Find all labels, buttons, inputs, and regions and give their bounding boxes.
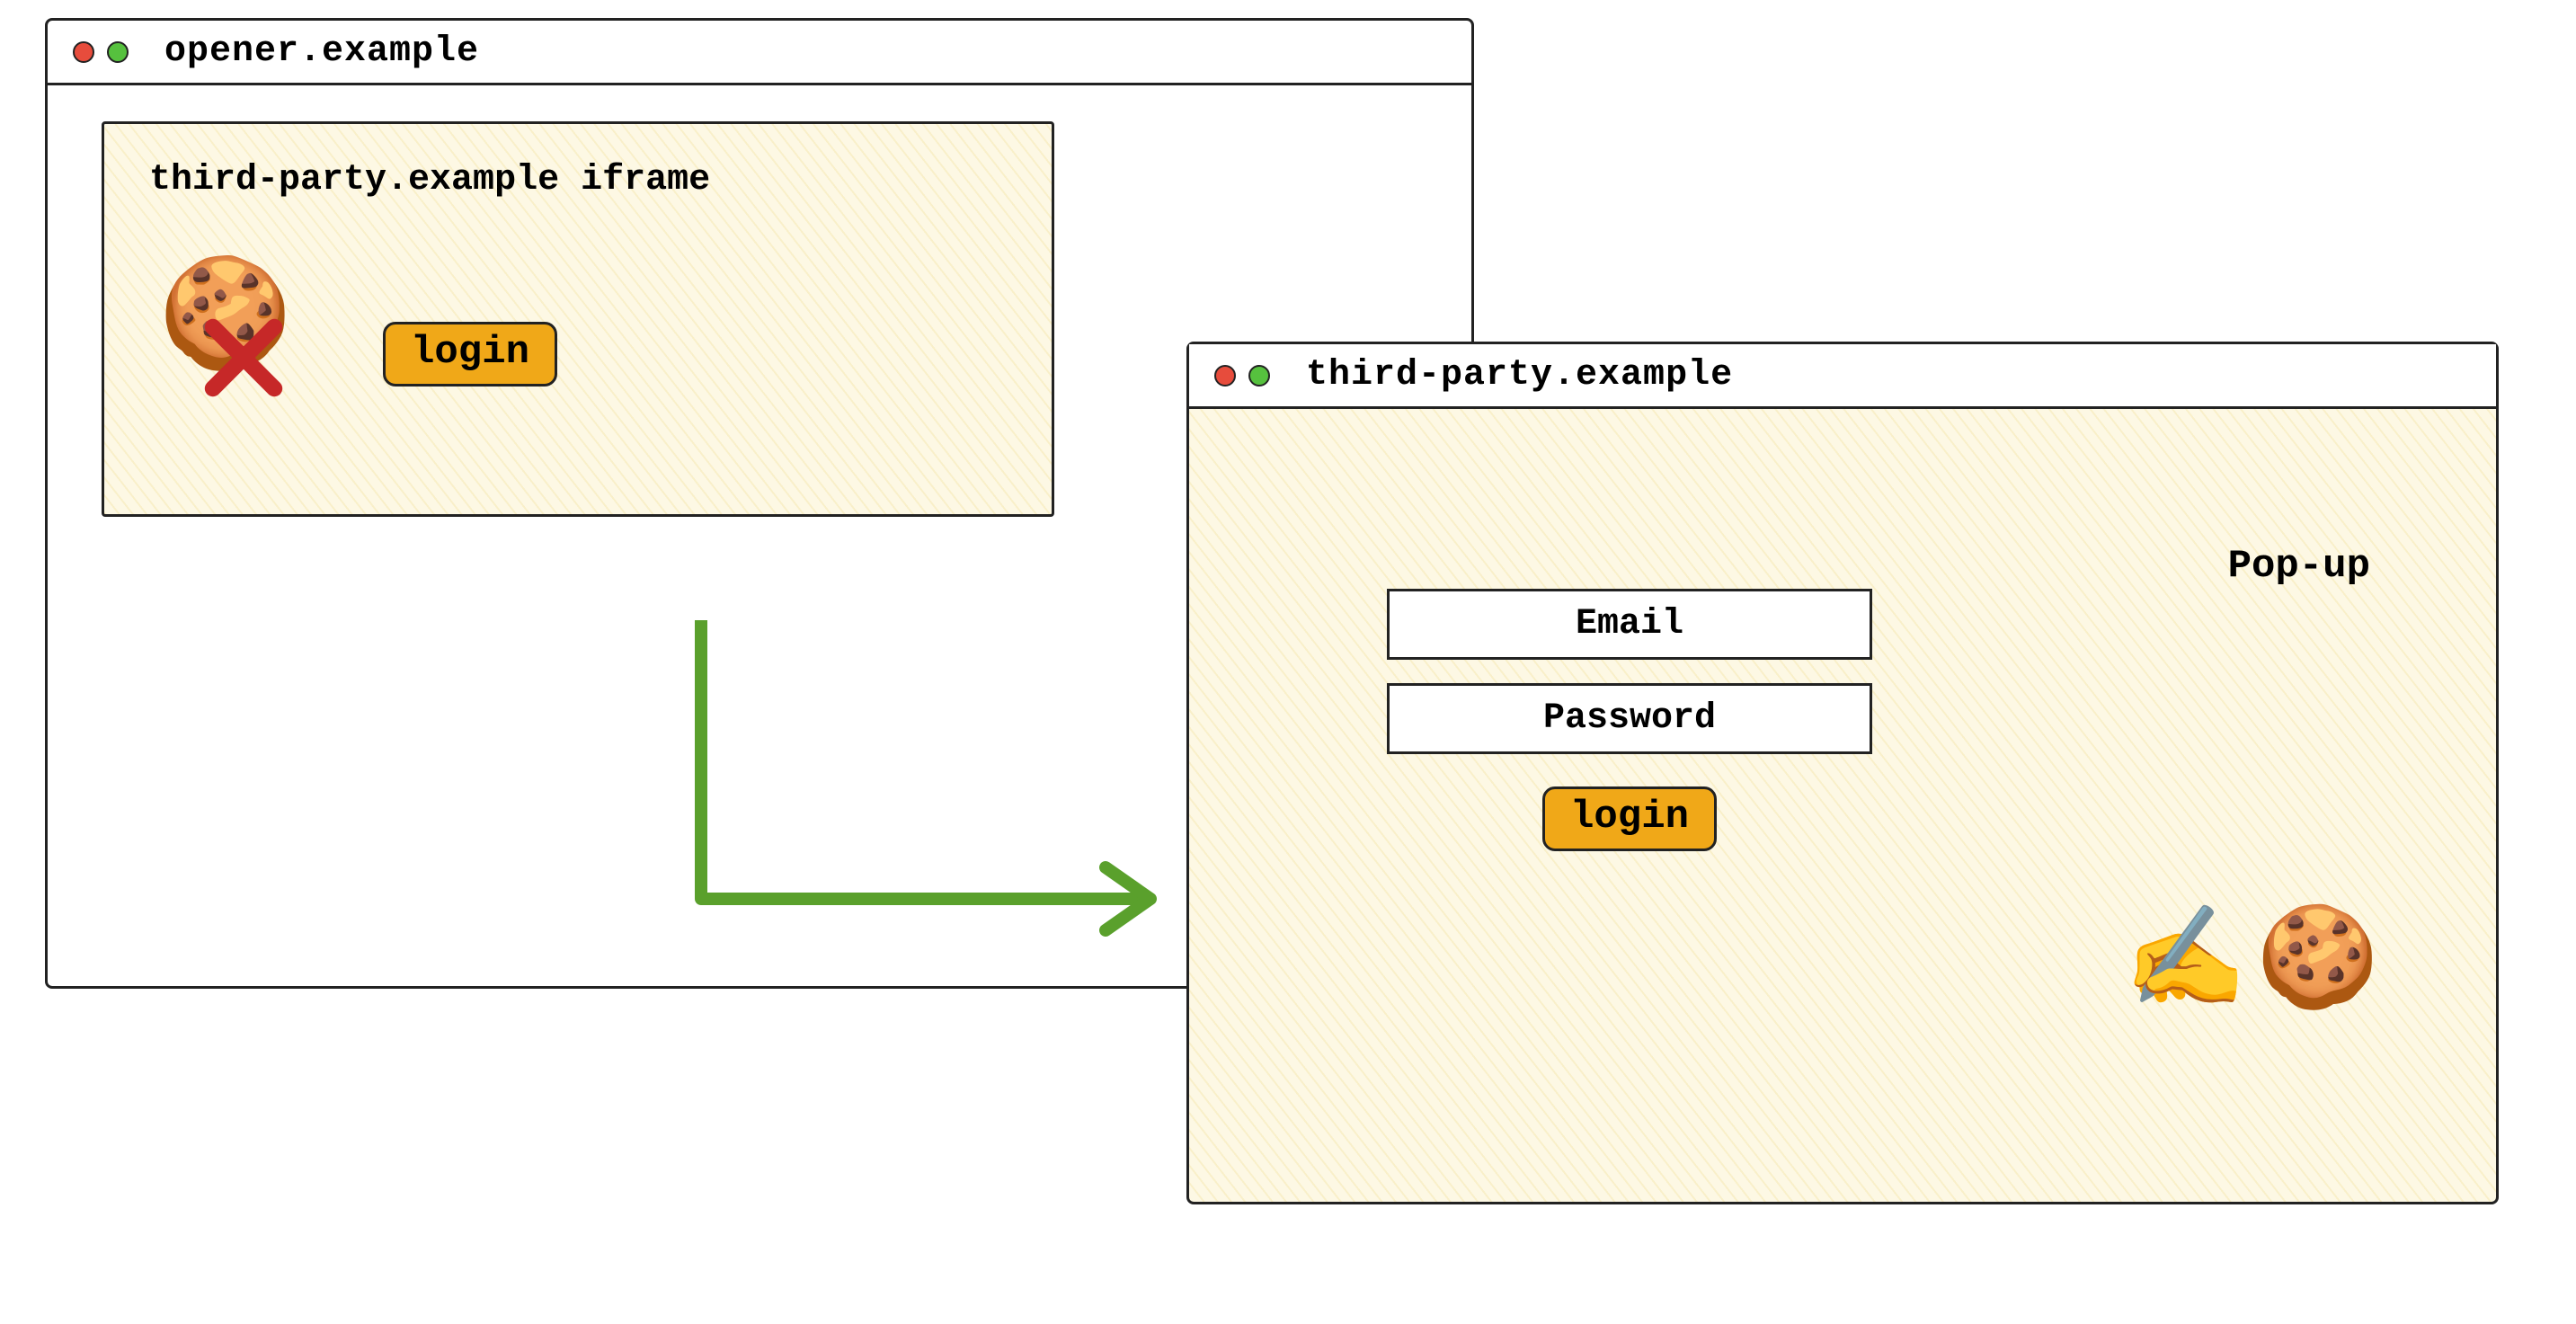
cookie-icon: 🍪: [2256, 909, 2388, 1021]
close-dot-icon[interactable]: [1214, 365, 1236, 387]
opener-title: opener.example: [164, 31, 479, 72]
login-form: Email Password login: [1387, 589, 1872, 851]
iframe-login-button[interactable]: login: [383, 322, 557, 387]
email-field[interactable]: Email: [1387, 589, 1872, 660]
minimize-dot-icon[interactable]: [1248, 365, 1270, 387]
iframe-label: third-party.example iframe: [149, 160, 1007, 200]
close-dot-icon[interactable]: [73, 41, 94, 63]
window-dots: [1214, 365, 1270, 387]
write-cookie-icons: ✍️🍪: [2124, 916, 2388, 1015]
popup-window: third-party.example Pop-up Email Passwor…: [1186, 342, 2499, 1204]
popup-title: third-party.example: [1306, 355, 1733, 395]
minimize-dot-icon[interactable]: [107, 41, 129, 63]
writing-hand-icon: ✍️: [2124, 909, 2256, 1021]
window-dots: [73, 41, 129, 63]
third-party-iframe: third-party.example iframe 🍪 login: [102, 121, 1054, 517]
popup-login-button[interactable]: login: [1542, 786, 1717, 851]
popup-label: Pop-up: [2228, 544, 2370, 589]
cross-icon: [203, 317, 284, 398]
popup-content: Pop-up Email Password login ✍️🍪: [1189, 409, 2496, 1204]
opener-titlebar: opener.example: [48, 21, 1471, 85]
password-field[interactable]: Password: [1387, 683, 1872, 754]
popup-titlebar: third-party.example: [1189, 344, 2496, 409]
